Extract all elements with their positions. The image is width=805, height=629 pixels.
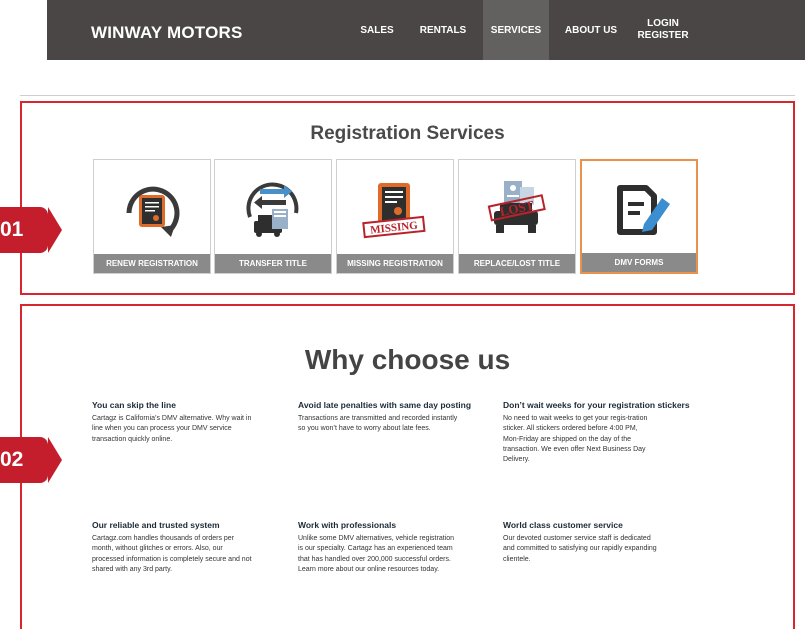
nav-about-us[interactable]: ABOUT US (560, 0, 622, 60)
feature-title: Our reliable and trusted system (92, 520, 220, 530)
feature-item: You can skip the line Cartagz is Califor… (92, 400, 252, 445)
feature-text: Our devoted customer service staff is de… (503, 535, 657, 563)
feature-title: Avoid late penalties with same day posti… (298, 400, 472, 410)
feature-text: Cartagz is California’s DMV alternative.… (92, 415, 252, 443)
feature-item: Don’t wait weeks for your registration s… (503, 400, 690, 465)
feature-title: World class customer service (503, 520, 623, 530)
register-link[interactable]: REGISTER (637, 30, 688, 42)
feature-title: You can skip the line (92, 400, 176, 410)
why-choose-us-title: Why choose us (304, 344, 511, 375)
feature-item: World class customer service Our devoted… (503, 520, 663, 565)
feature-text: No need to wait weeks to get your regis-… (503, 415, 648, 464)
nav-login-register[interactable]: LOGIN REGISTER (627, 0, 699, 60)
nav-sales[interactable]: SALES (351, 0, 403, 60)
card-missing-registration[interactable]: MISSING MISSING REGISTRATION (336, 159, 454, 274)
feature-item: Avoid late penalties with same day posti… (298, 400, 472, 435)
feature-title: Work with professionals (298, 520, 397, 530)
feature-title: Don’t wait weeks for your registration s… (503, 400, 690, 410)
transfer-car-icon (215, 160, 331, 256)
nav-rentals[interactable]: RENTALS (413, 0, 473, 60)
login-link[interactable]: LOGIN (647, 18, 679, 30)
lost-title-car-icon: LOST (459, 160, 575, 256)
top-navbar: WINWAY MOTORS SALES RENTALS SERVICES ABO… (47, 0, 805, 60)
feature-text: Transactions are transmitted and recorde… (298, 415, 458, 433)
card-dmv-forms[interactable]: DMV FORMS (580, 159, 698, 274)
form-edit-icon (582, 161, 696, 257)
card-label: MISSING REGISTRATION (337, 254, 453, 273)
nav-services[interactable]: SERVICES (483, 0, 549, 60)
section-divider (20, 95, 795, 96)
registration-services-title: Registration Services (310, 123, 505, 144)
brand-logo[interactable]: WINWAY MOTORS (91, 23, 243, 43)
card-label: RENEW REGISTRATION (94, 254, 210, 273)
missing-certificate-icon: MISSING (337, 160, 453, 256)
card-label: REPLACE/LOST TITLE (459, 254, 575, 273)
card-label: TRANSFER TITLE (215, 254, 331, 273)
card-transfer-title[interactable]: TRANSFER TITLE (214, 159, 332, 274)
renew-certificate-icon (94, 160, 210, 256)
feature-item: Our reliable and trusted system Cartagz.… (92, 520, 252, 575)
feature-item: Work with professionals Unlike some DMV … (298, 520, 458, 575)
feature-text: Cartagz.com handles thousands of orders … (92, 535, 252, 573)
card-replace-lost-title[interactable]: LOST REPLACE/LOST TITLE (458, 159, 576, 274)
annotation-marker-02: 02 (0, 437, 62, 483)
card-renew-registration[interactable]: RENEW REGISTRATION (93, 159, 211, 274)
feature-text: Unlike some DMV alternatives, vehicle re… (298, 535, 455, 573)
annotation-marker-01: 01 (0, 207, 62, 253)
card-label: DMV FORMS (582, 253, 696, 272)
